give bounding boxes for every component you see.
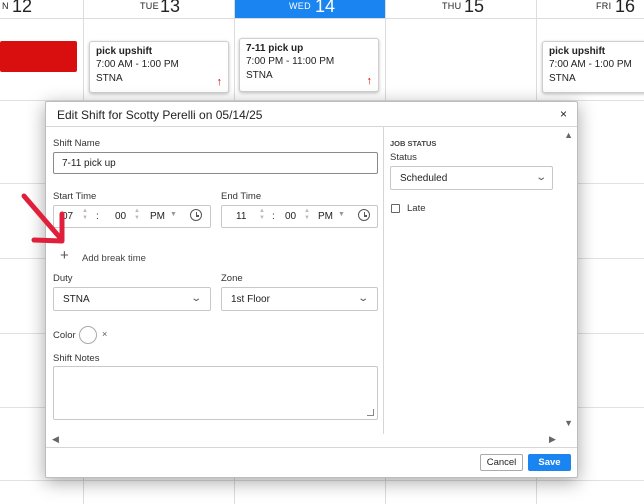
end-ampm[interactable]: PM — [318, 211, 333, 222]
day-number: 15 — [464, 0, 485, 16]
day-number: 16 — [615, 0, 636, 16]
job-status-heading: JOB STATUS — [390, 139, 437, 148]
day-number: 12 — [12, 0, 33, 16]
annotation-arrow-icon — [21, 193, 65, 244]
start-minute[interactable]: 00 — [115, 211, 126, 222]
shift-name-input[interactable]: 7-11 pick up — [53, 152, 378, 174]
add-break-time-label: Add break time — [82, 253, 146, 264]
chevron-down-icon: ⌄ — [357, 293, 370, 304]
color-label: Color — [53, 330, 76, 341]
clock-icon[interactable] — [190, 209, 202, 221]
day-name: FRI — [596, 1, 612, 11]
day-name: N — [2, 1, 9, 11]
chevron-down-icon: ⌄ — [190, 293, 203, 304]
shift-card[interactable]: pick upshift 7:00 AM - 1:00 PM STNA — [542, 41, 644, 93]
color-picker-swatch[interactable] — [79, 326, 97, 344]
dialog-title: Edit Shift for Scotty Perelli on 05/14/2… — [57, 108, 263, 122]
close-icon[interactable]: × — [560, 107, 567, 121]
day-header[interactable]: TUE 13 — [84, 0, 234, 19]
end-hour[interactable]: 11 — [236, 211, 246, 222]
shift-card-duty: STNA — [96, 73, 123, 84]
shift-card[interactable]: pick upshift 7:00 AM - 1:00 PM STNA ↑ — [89, 41, 229, 93]
column-divider — [383, 127, 384, 434]
clock-icon[interactable] — [358, 209, 370, 221]
time-colon: : — [272, 211, 275, 222]
shift-card-time: 7:00 PM - 11:00 PM — [246, 56, 335, 67]
scroll-up-arrow-icon[interactable]: ▲ — [564, 130, 573, 140]
cancel-button[interactable]: Cancel — [480, 454, 523, 471]
zone-label: Zone — [221, 273, 243, 284]
clear-color-icon[interactable]: × — [102, 329, 107, 339]
shift-card-time: 7:00 AM - 1:00 PM — [549, 59, 632, 70]
end-time-label: End Time — [221, 191, 262, 202]
day-header[interactable]: N 12 — [0, 0, 83, 19]
scroll-left-arrow-icon[interactable]: ◀ — [52, 434, 59, 445]
late-label: Late — [407, 203, 426, 214]
duty-label: Duty — [53, 273, 73, 284]
shift-card-title: 7-11 pick up — [246, 43, 304, 54]
start-ampm[interactable]: PM — [150, 211, 165, 222]
day-name: THU — [442, 1, 462, 11]
day-header[interactable]: THU 15 — [386, 0, 536, 19]
duty-select[interactable]: STNA ⌄ — [53, 287, 211, 311]
caret-down-icon[interactable]: ▼ — [170, 211, 177, 218]
chevron-down-icon: ⌄ — [535, 172, 548, 183]
end-minute[interactable]: 00 — [285, 211, 296, 222]
divider — [46, 126, 577, 127]
scroll-right-arrow-icon[interactable]: ▶ — [549, 434, 556, 445]
arrow-up-icon: ↑ — [216, 76, 223, 88]
day-name: WED — [289, 1, 311, 11]
edit-shift-dialog: Edit Shift for Scotty Perelli on 05/14/2… — [45, 101, 578, 478]
shift-card[interactable]: 7-11 pick up 7:00 PM - 11:00 PM STNA ↑ — [239, 38, 379, 92]
save-button[interactable]: Save — [528, 454, 571, 471]
time-colon: : — [96, 211, 99, 222]
arrow-up-icon: ↑ — [366, 75, 373, 87]
shift-card-title: pick upshift — [549, 46, 606, 57]
zone-select[interactable]: 1st Floor ⌄ — [221, 287, 378, 311]
shift-card-title: pick upshift — [96, 46, 153, 57]
day-header-today[interactable]: WED 14 — [235, 0, 385, 19]
day-number: 14 — [315, 0, 336, 16]
resize-handle-icon[interactable] — [367, 409, 374, 416]
status-select[interactable]: Scheduled ⌄ — [390, 166, 553, 190]
shift-card-time: 7:00 AM - 1:00 PM — [96, 59, 179, 70]
shift-card-duty: STNA — [246, 70, 273, 81]
shift-block[interactable] — [0, 41, 77, 72]
day-number: 13 — [160, 0, 181, 16]
scroll-down-arrow-icon[interactable]: ▼ — [564, 418, 573, 428]
zone-value: 1st Floor — [231, 294, 270, 305]
shift-notes-label: Shift Notes — [53, 353, 100, 364]
shift-name-label: Shift Name — [53, 138, 100, 149]
add-break-time-button[interactable]: + Add break time — [60, 247, 180, 266]
caret-down-icon[interactable]: ▼ — [338, 211, 345, 218]
shift-card-duty: STNA — [549, 73, 576, 84]
day-name: TUE — [140, 1, 159, 11]
end-time-picker[interactable]: 11 ▲ ▼ : 00 ▲ ▼ PM ▼ — [221, 205, 378, 228]
divider — [46, 447, 577, 448]
shift-name-value: 7-11 pick up — [62, 158, 116, 169]
status-value: Scheduled — [400, 173, 448, 184]
hour-spinner-icon[interactable]: ▲ ▼ — [259, 208, 265, 222]
status-label: Status — [390, 152, 417, 163]
duty-value: STNA — [63, 294, 90, 305]
horizontal-scrollbar[interactable]: ◀ ▶ — [46, 434, 579, 446]
hour-spinner-icon[interactable]: ▲ ▼ — [82, 208, 88, 222]
day-header[interactable]: FRI 16 — [537, 0, 644, 19]
late-checkbox[interactable] — [391, 204, 400, 213]
minute-spinner-icon[interactable]: ▲ ▼ — [134, 208, 140, 222]
shift-notes-textarea[interactable] — [53, 366, 378, 420]
minute-spinner-icon[interactable]: ▲ ▼ — [304, 208, 310, 222]
